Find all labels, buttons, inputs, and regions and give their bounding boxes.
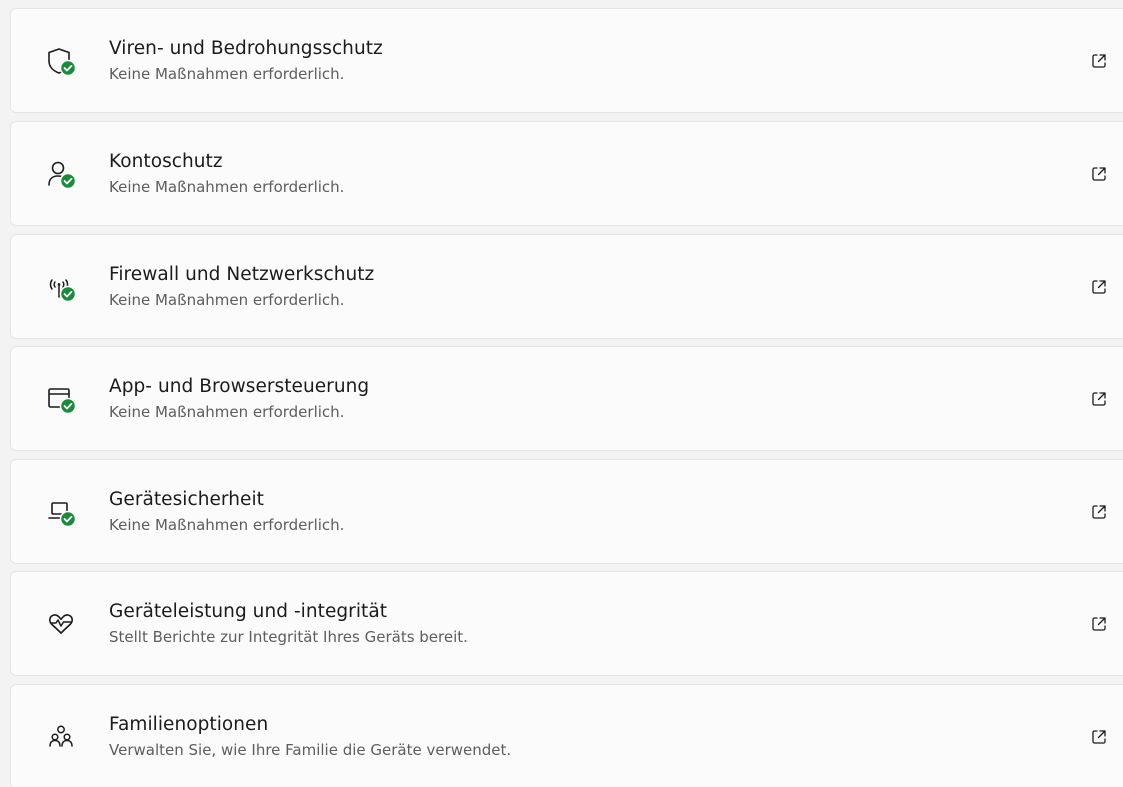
family-icon — [41, 717, 81, 757]
item-account-protection[interactable]: Kontoschutz Keine Maßnahmen erforderlich… — [10, 121, 1123, 226]
item-app-browser-control[interactable]: App- und Browsersteuerung Keine Maßnahme… — [10, 346, 1123, 451]
item-title: Viren- und Bedrohungsschutz — [109, 38, 383, 59]
item-title: App- und Browsersteuerung — [109, 376, 370, 397]
open-external-icon[interactable] — [1089, 277, 1109, 297]
security-areas-list: Viren- und Bedrohungsschutz Keine Maßnah… — [0, 0, 1123, 787]
item-subtitle: Keine Maßnahmen erforderlich. — [109, 403, 345, 421]
open-external-icon[interactable] — [1089, 164, 1109, 184]
item-subtitle: Keine Maßnahmen erforderlich. — [109, 178, 345, 196]
item-device-security[interactable]: Gerätesicherheit Keine Maßnahmen erforde… — [10, 459, 1123, 564]
antenna-icon — [41, 267, 81, 307]
item-subtitle: Verwalten Sie, wie Ihre Familie die Gerä… — [109, 741, 512, 759]
item-title: Geräteleistung und -integrität — [109, 601, 388, 622]
open-external-icon[interactable] — [1089, 614, 1109, 634]
item-subtitle: Keine Maßnahmen erforderlich. — [109, 516, 345, 534]
browser-window-icon — [41, 379, 81, 419]
open-external-icon[interactable] — [1089, 389, 1109, 409]
laptop-icon — [41, 492, 81, 532]
item-title: Familienoptionen — [109, 714, 269, 735]
item-subtitle: Keine Maßnahmen erforderlich. — [109, 291, 345, 309]
item-device-performance-health[interactable]: Geräteleistung und -integrität Stellt Be… — [10, 571, 1123, 676]
open-external-icon[interactable] — [1089, 51, 1109, 71]
person-icon — [41, 154, 81, 194]
item-subtitle: Keine Maßnahmen erforderlich. — [109, 65, 345, 83]
item-firewall-network-protection[interactable]: Firewall und Netzwerkschutz Keine Maßnah… — [10, 234, 1123, 339]
heart-pulse-icon — [41, 604, 81, 644]
open-external-icon[interactable] — [1089, 502, 1109, 522]
item-title: Gerätesicherheit — [109, 489, 264, 510]
item-subtitle: Stellt Berichte zur Integrität Ihres Ger… — [109, 628, 468, 646]
item-title: Firewall und Netzwerkschutz — [109, 264, 375, 285]
open-external-icon[interactable] — [1089, 727, 1109, 747]
item-title: Kontoschutz — [109, 151, 223, 172]
item-virus-threat-protection[interactable]: Viren- und Bedrohungsschutz Keine Maßnah… — [10, 8, 1123, 113]
item-family-options[interactable]: Familienoptionen Verwalten Sie, wie Ihre… — [10, 684, 1123, 787]
shield-icon — [41, 41, 81, 81]
